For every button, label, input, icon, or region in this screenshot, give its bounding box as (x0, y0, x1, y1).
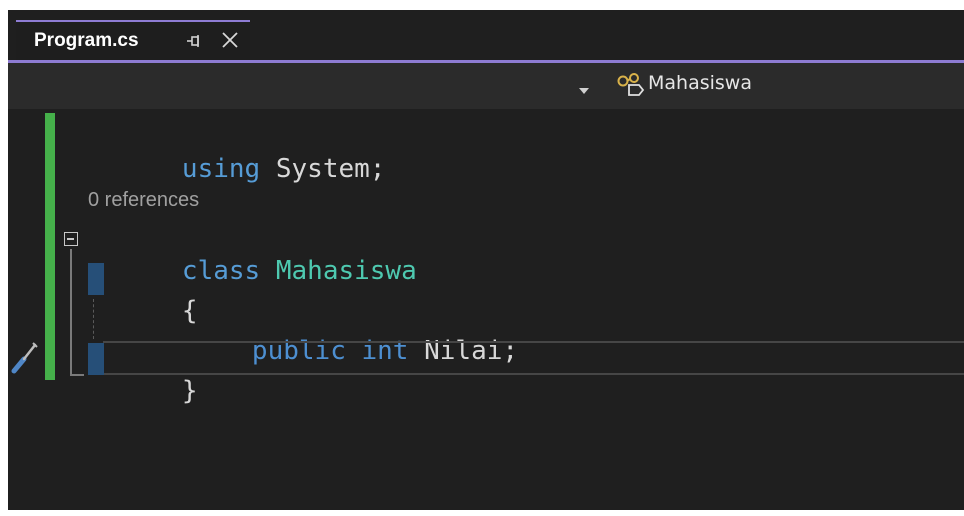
namespace-system: System; (260, 154, 386, 184)
collapse-guide-line (70, 249, 72, 375)
navigation-bar: Mahasiswa (8, 63, 964, 109)
tab-strip: Program.cs (8, 10, 964, 62)
chevron-down-icon[interactable] (578, 81, 590, 94)
class-icon (613, 71, 647, 99)
keyword-using: using (181, 154, 261, 184)
codelens-references[interactable]: 0 references (88, 189, 199, 212)
type-name-mahasiswa: Mahasiswa (275, 256, 417, 286)
indent-guide (93, 299, 94, 339)
code-line-close-brace[interactable]: } (88, 343, 198, 439)
collapse-toggle-icon[interactable] (64, 232, 78, 246)
pin-icon[interactable] (185, 32, 203, 50)
tab-title: Program.cs (34, 30, 139, 51)
class-selector-label[interactable]: Mahasiswa (648, 72, 752, 94)
current-line-highlight (103, 341, 964, 375)
screwdriver-icon[interactable] (8, 337, 40, 377)
close-brace: } (181, 376, 198, 406)
change-indicator-bar (45, 113, 55, 380)
close-icon[interactable] (220, 30, 240, 50)
collapse-guide-end (70, 374, 84, 376)
code-editor[interactable]: using System; 0 references class Mahasis… (8, 109, 964, 510)
editor-window: Program.cs Mahasiswa using System; 0 ref… (8, 10, 964, 510)
tab-program-cs[interactable]: Program.cs (16, 20, 250, 60)
